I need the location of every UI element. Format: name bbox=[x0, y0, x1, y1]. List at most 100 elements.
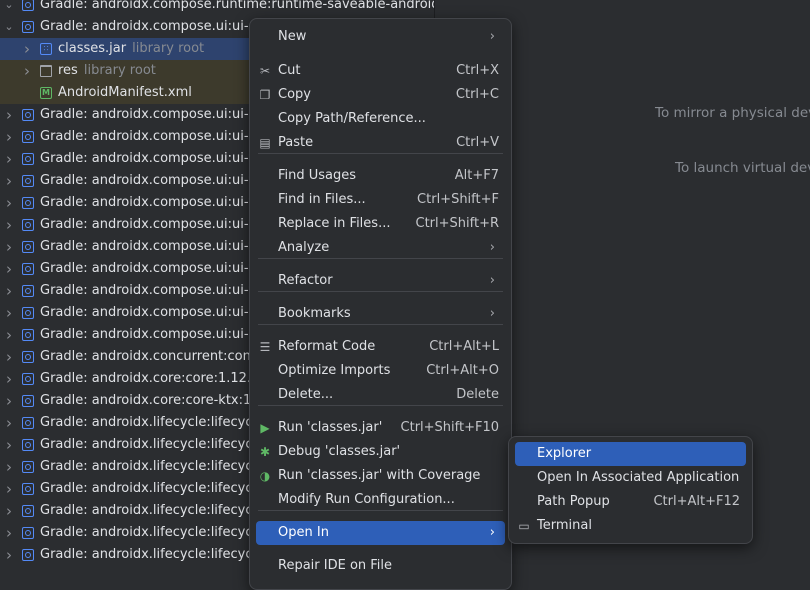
chevron-right-icon[interactable]: › bbox=[2, 456, 16, 478]
menu-item-label: Run 'classes.jar' with Coverage bbox=[278, 468, 481, 483]
tree-row-label: Gradle: androidx.compose.ui:ui-test bbox=[40, 195, 274, 210]
menu-item-shortcut: Ctrl+Shift+F10 bbox=[400, 420, 499, 435]
menu-item-label: Modify Run Configuration... bbox=[278, 492, 455, 507]
tree-row-label: Gradle: androidx.compose.ui:ui-test bbox=[40, 151, 274, 166]
menu-item-refactor[interactable]: Refactor › bbox=[256, 269, 505, 293]
chevron-right-icon[interactable]: › bbox=[2, 368, 16, 390]
tree-row[interactable]: ⌄ Gradle: androidx.compose.runtime:runtim… bbox=[0, 0, 434, 16]
tree-row-label: Gradle: androidx.compose.ui:ui-geo bbox=[40, 107, 273, 122]
chevron-right-icon[interactable]: › bbox=[2, 280, 16, 302]
menu-item-replace-in-files[interactable]: Replace in Files... Ctrl+Shift+R bbox=[256, 212, 505, 236]
tree-row-label: Gradle: androidx.compose.ui:ui-util- bbox=[40, 327, 274, 342]
chevron-right-icon[interactable]: › bbox=[2, 544, 16, 566]
chevron-right-icon[interactable]: › bbox=[2, 214, 16, 236]
gradle-library-icon bbox=[22, 263, 34, 275]
chevron-right-icon[interactable]: › bbox=[20, 60, 34, 82]
menu-item-run-classes-jar[interactable]: ▶ Run 'classes.jar' Ctrl+Shift+F10 bbox=[256, 416, 505, 440]
menu-item-label: Refactor bbox=[278, 273, 333, 288]
menu-item-shortcut: Ctrl+Alt+O bbox=[426, 363, 499, 378]
chevron-right-icon[interactable]: › bbox=[2, 346, 16, 368]
chevron-down-icon[interactable]: ⌄ bbox=[2, 16, 16, 38]
gradle-library-icon bbox=[22, 461, 34, 473]
gradle-library-icon bbox=[22, 109, 34, 121]
tree-row-label: Gradle: androidx.concurrent:concurr bbox=[40, 349, 277, 364]
copy-icon: ❐ bbox=[259, 88, 271, 102]
debug-icon: ✱ bbox=[259, 445, 271, 459]
launch-device-hint: To launch virtual devic bbox=[675, 160, 810, 176]
menu-item-copy-path-reference[interactable]: Copy Path/Reference... bbox=[256, 107, 505, 131]
gradle-library-icon bbox=[22, 549, 34, 561]
menu-item-optimize-imports[interactable]: Optimize Imports Ctrl+Alt+O bbox=[256, 359, 505, 383]
chevron-right-icon[interactable]: › bbox=[2, 434, 16, 456]
chevron-right-icon[interactable]: › bbox=[2, 324, 16, 346]
menu-item-find-usages[interactable]: Find Usages Alt+F7 bbox=[256, 164, 505, 188]
chevron-right-icon[interactable]: › bbox=[2, 258, 16, 280]
open-in-submenu: Explorer Open In Associated Application Pa… bbox=[508, 436, 753, 544]
run-icon: ▶ bbox=[260, 421, 270, 435]
menu-item-bookmarks[interactable]: Bookmarks › bbox=[256, 302, 505, 326]
menu-item-new[interactable]: New › bbox=[256, 25, 505, 49]
menu-item-label: New bbox=[278, 29, 307, 44]
chevron-right-icon[interactable]: › bbox=[2, 192, 16, 214]
menu-item-label: Run 'classes.jar' bbox=[278, 420, 383, 435]
menu-item-find-in-files[interactable]: Find in Files... Ctrl+Shift+F bbox=[256, 188, 505, 212]
gradle-library-icon bbox=[22, 197, 34, 209]
menu-item-label: Optimize Imports bbox=[278, 363, 391, 378]
menu-item-shortcut: Ctrl+Alt+F12 bbox=[653, 494, 740, 509]
chevron-right-icon[interactable]: › bbox=[2, 522, 16, 544]
menu-item-debug-classes-jar[interactable]: ✱ Debug 'classes.jar' bbox=[256, 440, 505, 464]
submenu-item-open-in-associated-application[interactable]: Open In Associated Application bbox=[515, 466, 746, 490]
gradle-library-icon bbox=[22, 351, 34, 363]
tree-row-label: Gradle: androidx.core:core:1.12.0@a bbox=[40, 371, 281, 386]
tree-row-label: Gradle: androidx.lifecycle:lifecycle-vi bbox=[40, 503, 280, 518]
menu-item-label: Analyze bbox=[278, 240, 330, 255]
menu-item-run-classes-jar-with-coverage[interactable]: ◑ Run 'classes.jar' with Coverage bbox=[256, 464, 505, 488]
menu-item-shortcut: Alt+F7 bbox=[454, 168, 499, 183]
menu-item-analyze[interactable]: Analyze › bbox=[256, 236, 505, 260]
chevron-right-icon[interactable]: › bbox=[20, 38, 34, 60]
menu-item-cut[interactable]: ✂ Cut Ctrl+X bbox=[256, 59, 505, 83]
terminal-icon: ▭ bbox=[518, 519, 530, 533]
menu-item-copy[interactable]: ❐ Copy Ctrl+C bbox=[256, 83, 505, 107]
tree-row-label: Gradle: androidx.lifecycle:lifecycle-co bbox=[40, 415, 284, 430]
chevron-right-icon[interactable]: › bbox=[2, 170, 16, 192]
tree-row-label: Gradle: androidx.compose.ui:ui-unit bbox=[40, 305, 274, 320]
menu-item-shortcut: Delete bbox=[456, 387, 499, 402]
menu-item-repair-ide-on-file[interactable]: Repair IDE on File bbox=[256, 554, 505, 578]
menu-item-delete[interactable]: Delete... Delete bbox=[256, 383, 505, 407]
chevron-right-icon[interactable]: › bbox=[2, 104, 16, 126]
tree-row-hint: library root bbox=[83, 63, 156, 78]
jar-icon: ∷ bbox=[40, 43, 52, 55]
chevron-right-icon[interactable]: › bbox=[2, 390, 16, 412]
chevron-right-icon[interactable]: › bbox=[2, 500, 16, 522]
tree-row-label: Gradle: androidx.lifecycle:lifecycle-ru bbox=[40, 481, 283, 496]
menu-item-shortcut: Ctrl+Shift+F bbox=[417, 192, 499, 207]
menu-item-shortcut: Ctrl+Shift+R bbox=[415, 216, 500, 231]
menu-item-modify-run-configuration[interactable]: Modify Run Configuration... bbox=[256, 488, 505, 512]
chevron-right-icon[interactable]: › bbox=[2, 148, 16, 170]
tree-row-label: Gradle: androidx.compose.ui:ui-and bbox=[40, 19, 274, 34]
chevron-right-icon[interactable]: › bbox=[2, 126, 16, 148]
chevron-right-icon[interactable]: › bbox=[2, 478, 16, 500]
chevron-right-icon[interactable]: › bbox=[2, 302, 16, 324]
submenu-item-terminal[interactable]: ▭ Terminal bbox=[515, 514, 746, 538]
submenu-arrow-icon: › bbox=[489, 240, 495, 255]
chevron-right-icon[interactable]: › bbox=[2, 412, 16, 434]
tree-row-label: Gradle: androidx.compose.ui:ui-too bbox=[40, 261, 270, 276]
menu-item-paste[interactable]: ▤ Paste Ctrl+V bbox=[256, 131, 505, 155]
menu-item-reformat-code[interactable]: ☰ Reformat Code Ctrl+Alt+L bbox=[256, 335, 505, 359]
submenu-item-explorer[interactable]: Explorer bbox=[515, 442, 746, 466]
menu-item-label: Replace in Files... bbox=[278, 216, 391, 231]
submenu-item-path-popup[interactable]: Path Popup Ctrl+Alt+F12 bbox=[515, 490, 746, 514]
menu-item-label: Paste bbox=[278, 135, 314, 150]
chevron-right-icon[interactable]: › bbox=[2, 236, 16, 258]
menu-item-label: Debug 'classes.jar' bbox=[278, 444, 401, 459]
submenu-arrow-icon: › bbox=[489, 273, 495, 288]
menu-item-label: Cut bbox=[278, 63, 301, 78]
menu-item-label: Explorer bbox=[537, 446, 592, 461]
menu-item-open-in[interactable]: Open In › bbox=[256, 521, 505, 545]
tree-row-label: res bbox=[58, 63, 78, 78]
chevron-down-icon[interactable]: ⌄ bbox=[2, 0, 16, 16]
submenu-arrow-icon: › bbox=[489, 29, 495, 44]
menu-item-label: Find Usages bbox=[278, 168, 357, 183]
